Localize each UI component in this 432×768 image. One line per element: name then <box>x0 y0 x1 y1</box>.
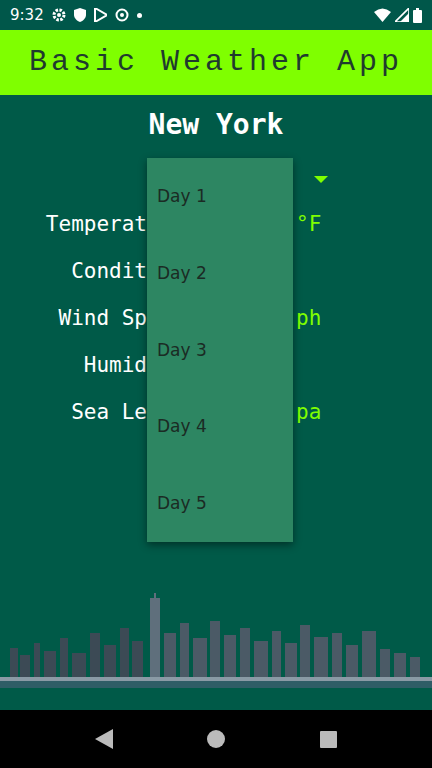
settings-icon <box>52 8 66 22</box>
shield-icon <box>74 8 86 22</box>
day-option-label: Day 4 <box>157 416 207 436</box>
clock: 9:32 <box>10 4 44 27</box>
home-icon[interactable] <box>207 730 225 748</box>
battery-icon <box>413 8 422 23</box>
row-label: Wind Sp <box>0 295 147 342</box>
notification-dot-icon <box>137 13 142 18</box>
wifi-icon <box>374 8 391 22</box>
day-option-label: Day 2 <box>157 263 207 283</box>
signal-icon <box>395 8 409 22</box>
skyline-picture <box>0 593 432 688</box>
day-option[interactable]: Day 5 <box>147 465 293 542</box>
screen: 9:32 Basic Weather App New York Temperat… <box>0 0 432 768</box>
back-icon[interactable] <box>95 729 113 749</box>
day-option[interactable]: Day 3 <box>147 312 293 389</box>
recents-icon[interactable] <box>320 731 337 748</box>
status-bar: 9:32 <box>0 0 432 30</box>
app-title: Basic Weather App <box>29 40 403 85</box>
row-value: ph <box>293 295 321 342</box>
sync-icon <box>115 8 129 22</box>
day-option[interactable]: Day 2 <box>147 235 293 312</box>
row-label: Sea Le <box>0 389 147 436</box>
row-label: Condit <box>0 248 147 295</box>
dropdown-arrow-icon[interactable] <box>314 176 328 183</box>
row-value: °F <box>293 201 321 248</box>
day-option-label: Day 3 <box>157 340 207 360</box>
day-dropdown-menu: Day 1 Day 2 Day 3 Day 4 Day 5 <box>147 158 293 542</box>
row-label: Temperat <box>0 201 147 248</box>
app-bar: Basic Weather App <box>0 30 432 95</box>
day-option-label: Day 1 <box>157 186 207 206</box>
weather-panel: New York Temperat °F ConditWind Sp ph HumidS… <box>0 95 432 710</box>
day-option[interactable]: Day 4 <box>147 388 293 465</box>
day-option[interactable]: Day 1 <box>147 158 293 235</box>
play-store-icon <box>94 8 107 22</box>
city-name: New York <box>0 107 432 143</box>
navigation-bar <box>0 710 432 768</box>
row-label: Humid <box>0 342 147 389</box>
day-option-label: Day 5 <box>157 493 207 513</box>
row-value: pa <box>293 389 321 436</box>
